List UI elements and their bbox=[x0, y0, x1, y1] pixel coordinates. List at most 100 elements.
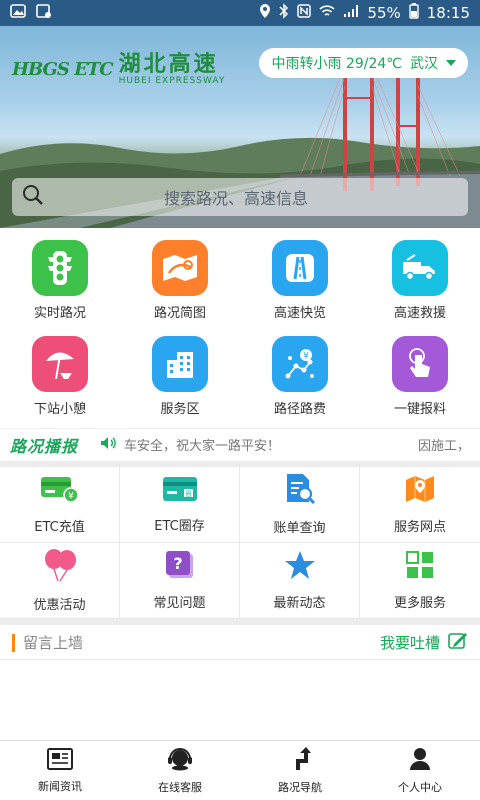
app-logo: HBGS ETC 湖北高速 HUBEI EXPRESSWAY bbox=[12, 52, 225, 86]
edit-note-icon bbox=[448, 632, 468, 654]
nav-news[interactable]: 新闻资讯 bbox=[0, 741, 120, 800]
status-bar: 55% 18:15 bbox=[0, 0, 480, 26]
bill-search-icon bbox=[283, 473, 317, 509]
feature-one-tap-report[interactable]: 一键报料 bbox=[360, 328, 480, 424]
signal-icon bbox=[343, 4, 359, 22]
message-wall-title: 留言上墙 bbox=[23, 634, 84, 652]
building-icon bbox=[152, 336, 208, 392]
feature-label: 高速快览 bbox=[273, 306, 326, 321]
search-placeholder: 搜索路况、高速信息 bbox=[163, 189, 308, 208]
star-icon bbox=[284, 550, 316, 584]
service-label: 服务网点 bbox=[393, 520, 446, 535]
bluetooth-icon bbox=[279, 3, 289, 23]
chevron-down-icon bbox=[446, 60, 456, 66]
feature-highway-overview[interactable]: 高速快览 bbox=[240, 232, 360, 328]
feature-label: 服务区 bbox=[160, 402, 200, 417]
hero-banner: HBGS ETC 湖北高速 HUBEI EXPRESSWAY 中雨转小雨 29/… bbox=[0, 26, 480, 228]
etc-card-load-icon: 圈 bbox=[162, 475, 198, 507]
service-grid: ¥ ETC充值 圈 ETC圈存 账单查询 服务网点 优惠活动 ? 常见问题 最新… bbox=[0, 467, 480, 619]
app-screen: 55% 18:15 HBGS ETC 湖北高速 HUBEI EXPRESSWAY… bbox=[0, 0, 480, 800]
feature-highway-rescue[interactable]: 高速救援 bbox=[360, 232, 480, 328]
svg-text:¥: ¥ bbox=[68, 492, 74, 502]
service-label: 优惠活动 bbox=[33, 598, 86, 613]
customer-service-icon bbox=[167, 747, 193, 775]
service-label: 常见问题 bbox=[153, 596, 206, 611]
balloons-icon bbox=[42, 548, 78, 586]
service-latest-news[interactable]: 最新动态 bbox=[240, 543, 360, 618]
logo-title: 湖北高速 bbox=[118, 51, 219, 77]
service-label: 更多服务 bbox=[393, 596, 446, 611]
service-promotions[interactable]: 优惠活动 bbox=[0, 543, 120, 618]
nav-label: 新闻资讯 bbox=[38, 779, 82, 793]
map-location-icon bbox=[404, 474, 436, 508]
weather-city-selector[interactable]: 中雨转小雨 29/24℃ 武汉 bbox=[259, 48, 468, 78]
service-faq[interactable]: ? 常见问题 bbox=[120, 543, 240, 618]
feature-label: 路径路费 bbox=[273, 402, 326, 417]
feature-road-map[interactable]: 路况简图 bbox=[120, 232, 240, 328]
service-label: 账单查询 bbox=[273, 521, 326, 536]
search-icon bbox=[22, 184, 44, 210]
feature-realtime-traffic[interactable]: 实时路况 bbox=[0, 232, 120, 328]
newspaper-icon bbox=[47, 747, 73, 774]
nav-customer-service[interactable]: 在线客服 bbox=[120, 741, 240, 800]
wifi-icon bbox=[319, 4, 335, 22]
user-icon bbox=[409, 747, 431, 775]
service-label: 最新动态 bbox=[273, 596, 326, 611]
battery-percent: 55% bbox=[367, 4, 401, 22]
tow-truck-icon bbox=[392, 240, 448, 296]
post-complaint-label: 我要吐槽 bbox=[379, 634, 440, 652]
clock: 18:15 bbox=[426, 4, 470, 22]
ticker-title: 路况播报 bbox=[10, 436, 79, 456]
weather-text: 中雨转小雨 29/24℃ bbox=[271, 56, 402, 72]
traffic-light-icon bbox=[32, 240, 88, 296]
nav-label: 路况导航 bbox=[278, 780, 322, 794]
post-complaint-button[interactable]: 我要吐槽 bbox=[380, 632, 468, 654]
service-label: ETC充值 bbox=[34, 520, 85, 535]
feature-label: 实时路况 bbox=[33, 306, 86, 321]
feature-label: 下站小憩 bbox=[33, 402, 86, 417]
navigation-icon bbox=[289, 746, 311, 775]
section-divider bbox=[0, 619, 480, 625]
service-bill-query[interactable]: 账单查询 bbox=[240, 467, 360, 542]
city-name: 武汉 bbox=[410, 56, 438, 72]
logo-subtitle: HUBEI EXPRESSWAY bbox=[118, 76, 226, 86]
highway-icon bbox=[272, 240, 328, 296]
feature-label: 高速救援 bbox=[393, 306, 446, 321]
section-accent-bar bbox=[12, 633, 15, 652]
svg-text:?: ? bbox=[173, 554, 182, 573]
nav-traffic-navigation[interactable]: 路况导航 bbox=[240, 741, 360, 800]
feature-label: 路况简图 bbox=[153, 306, 206, 321]
service-etc-recharge[interactable]: ¥ ETC充值 bbox=[0, 467, 120, 542]
route-fee-icon: ¥ bbox=[272, 336, 328, 392]
traffic-broadcast-ticker[interactable]: 路况播报 车安全，祝大家一路平安！ 因施工， bbox=[0, 428, 480, 460]
logo-mark: HBGS ETC bbox=[12, 58, 114, 80]
bottom-navigation: 新闻资讯 在线客服 路况导航 个人中心 bbox=[0, 740, 480, 800]
feature-rest-stop[interactable]: 下站小憩 bbox=[0, 328, 120, 424]
service-etc-load[interactable]: 圈 ETC圈存 bbox=[120, 467, 240, 542]
beach-umbrella-icon bbox=[32, 336, 88, 392]
ticker-message: 车安全，祝大家一路平安！ bbox=[124, 439, 281, 454]
calendar-notification-icon bbox=[36, 3, 52, 23]
svg-text:圈: 圈 bbox=[185, 491, 191, 498]
feature-service-area[interactable]: 服务区 bbox=[120, 328, 240, 424]
battery-icon bbox=[409, 3, 419, 23]
service-outlets[interactable]: 服务网点 bbox=[360, 467, 480, 542]
more-grid-icon bbox=[405, 550, 435, 584]
nav-label: 个人中心 bbox=[398, 780, 442, 794]
svg-text:¥: ¥ bbox=[303, 352, 309, 362]
tap-hand-icon bbox=[392, 336, 448, 392]
nav-label: 在线客服 bbox=[158, 780, 202, 794]
search-bar[interactable]: 搜索路况、高速信息 bbox=[12, 178, 468, 216]
service-label: ETC圈存 bbox=[154, 519, 205, 534]
speaker-icon bbox=[100, 435, 116, 454]
message-wall-header: 留言上墙 我要吐槽 bbox=[0, 626, 480, 660]
ticker-message-next: 因施工， bbox=[417, 439, 470, 454]
location-icon bbox=[259, 3, 271, 23]
main-feature-grid: 实时路况 路况简图 高速快览 高速救援 下站小憩 服务区 ¥ 路径路费 一键报料 bbox=[0, 232, 480, 424]
image-notification-icon bbox=[10, 4, 26, 22]
feature-label: 一键报料 bbox=[393, 402, 446, 417]
feature-route-fee[interactable]: ¥ 路径路费 bbox=[240, 328, 360, 424]
road-map-icon bbox=[152, 240, 208, 296]
nav-profile[interactable]: 个人中心 bbox=[360, 741, 480, 800]
service-more[interactable]: 更多服务 bbox=[360, 543, 480, 618]
